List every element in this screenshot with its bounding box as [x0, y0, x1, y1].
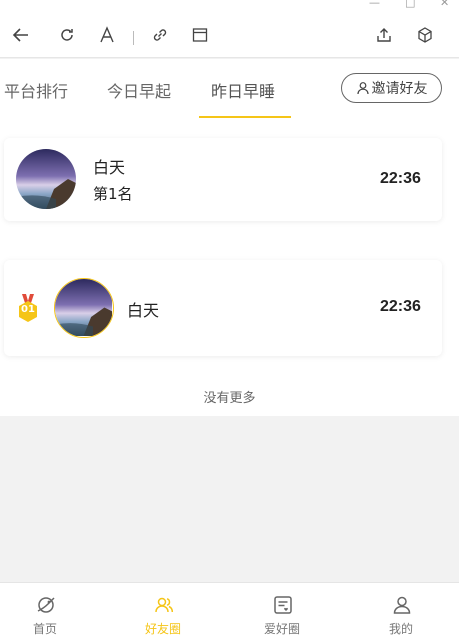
hobby-list-icon: [274, 596, 292, 614]
maximize-button[interactable]: □: [405, 0, 415, 9]
invite-friends-button[interactable]: 邀请好友: [341, 73, 442, 103]
nav-friends[interactable]: 好友圈: [106, 583, 220, 639]
user-name: 白天: [93, 158, 126, 177]
no-more-text: 没有更多: [203, 391, 256, 406]
window-icon[interactable]: [190, 25, 210, 45]
nav-label: 首页: [32, 622, 57, 636]
share-icon[interactable]: [374, 25, 394, 45]
user-name: 白天: [127, 301, 160, 320]
link-icon[interactable]: [150, 25, 170, 45]
nav-hobby[interactable]: 爱好圈: [225, 583, 339, 639]
minimize-button[interactable]: —: [369, 0, 380, 9]
sleep-time: 22:36: [380, 170, 421, 187]
friends-icon: [155, 597, 174, 613]
toolbar-divider: [133, 31, 134, 45]
nav-label: 我的: [388, 622, 413, 636]
window-titlebar: — □ ✕: [0, 0, 459, 12]
sleep-time: 22:36: [380, 298, 421, 315]
invite-friends-label: 邀请好友: [371, 81, 428, 97]
close-button[interactable]: ✕: [440, 0, 449, 9]
person-add-icon: [356, 82, 369, 95]
nav-label: 好友圈: [144, 622, 181, 636]
refresh-icon[interactable]: [57, 25, 77, 45]
back-arrow-icon[interactable]: [11, 25, 31, 45]
nav-label: 爱好圈: [263, 622, 300, 636]
tab-today-early-rise[interactable]: 今日早起: [107, 78, 171, 102]
bottom-navigation: 首页 好友圈 爱好圈 我的: [0, 582, 459, 639]
font-size-icon[interactable]: [97, 25, 117, 45]
nav-me[interactable]: 我的: [344, 583, 458, 639]
ranking-list-item[interactable]: 01 白天 22:36: [4, 260, 442, 356]
user-rank: 第1名: [93, 185, 133, 203]
planet-icon: [37, 597, 55, 613]
tab-platform-ranking[interactable]: 平台排行: [4, 78, 68, 102]
avatar[interactable]: [54, 278, 114, 338]
medal-badge-icon: 01: [17, 294, 39, 324]
nav-home[interactable]: 首页: [0, 583, 102, 639]
medal-rank-text: 01: [21, 304, 35, 315]
avatar[interactable]: [16, 149, 76, 209]
browser-toolbar: [0, 12, 459, 58]
my-ranking-card: 白天 第1名 22:36: [4, 138, 442, 221]
cube-icon[interactable]: [415, 25, 435, 45]
tab-yesterday-early-sleep[interactable]: 昨日早睡: [211, 78, 275, 102]
person-icon: [393, 596, 411, 614]
